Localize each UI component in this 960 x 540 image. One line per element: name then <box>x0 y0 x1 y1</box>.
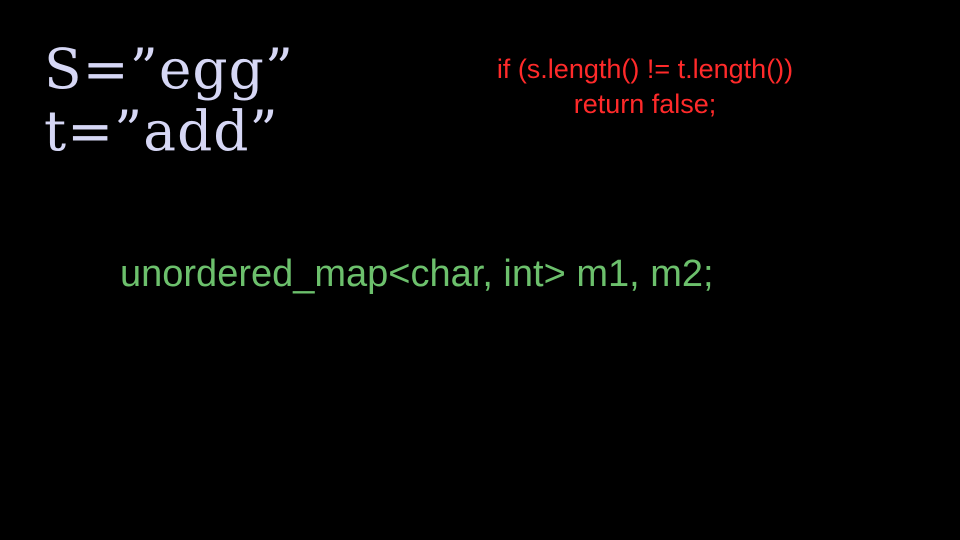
string-s: S=”egg” <box>44 37 294 101</box>
input-strings: S=”egg” t=”add” <box>44 38 294 162</box>
slide: S=”egg” t=”add” if (s.length() != t.leng… <box>0 0 960 540</box>
map-declaration: unordered_map<char, int> m1, m2; <box>120 253 714 295</box>
length-check-return: return false; <box>573 89 717 119</box>
length-check-condition: if (s.length() != t.length()) <box>496 54 794 84</box>
length-check-code: if (s.length() != t.length()) return fal… <box>440 52 850 122</box>
string-t: t=”add” <box>44 99 279 163</box>
